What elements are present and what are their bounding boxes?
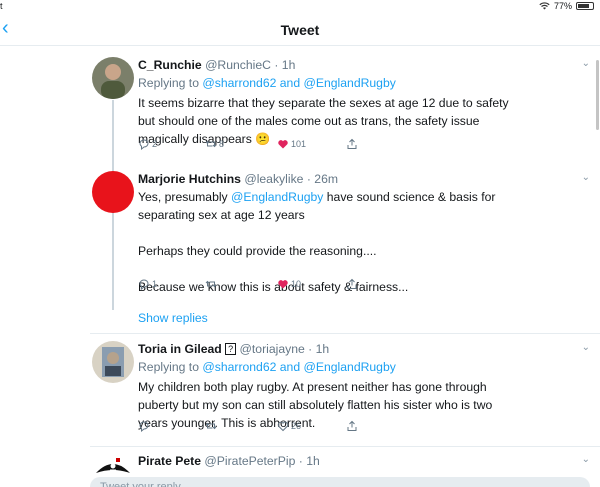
like-button[interactable]: 101 bbox=[277, 138, 306, 150]
scrollbar[interactable] bbox=[596, 60, 599, 130]
handle[interactable]: @leakylike bbox=[244, 172, 303, 186]
battery-percent: 77% bbox=[553, 1, 572, 11]
reply-icon bbox=[139, 421, 149, 432]
name-badge: ? bbox=[225, 343, 237, 355]
replying-to: Replying to @sharrond62 and @EnglandRugb… bbox=[138, 76, 396, 90]
share-button[interactable] bbox=[346, 138, 358, 150]
retweet-icon bbox=[205, 422, 217, 430]
chevron-down-icon[interactable]: ⌄ bbox=[582, 342, 590, 353]
display-name[interactable]: Toria in Gilead bbox=[138, 342, 222, 356]
avatar[interactable] bbox=[92, 171, 134, 213]
like-button[interactable]: 26 bbox=[277, 420, 301, 432]
tweet-c-runchie[interactable]: C_Runchie @RunchieC · 1h Replying to @sh… bbox=[90, 56, 600, 162]
avatar[interactable] bbox=[92, 341, 134, 383]
tweet-header: Marjorie Hutchins @leakylike · 26m bbox=[138, 170, 586, 188]
display-name[interactable]: Marjorie Hutchins bbox=[138, 172, 241, 186]
share-button[interactable] bbox=[346, 420, 358, 432]
reply-button[interactable]: 2 bbox=[138, 138, 157, 150]
timestamp[interactable]: · 1h bbox=[308, 342, 329, 356]
tweet-marjorie-hutchins[interactable]: Marjorie Hutchins @leakylike · 26m Yes, … bbox=[90, 170, 600, 300]
show-replies-link[interactable]: Show replies bbox=[138, 311, 208, 325]
handle[interactable]: @toriajayne bbox=[240, 342, 305, 356]
battery-icon bbox=[576, 2, 594, 10]
handle[interactable]: @RunchieC bbox=[205, 58, 271, 72]
wifi-icon bbox=[539, 2, 550, 10]
reply-button[interactable] bbox=[138, 420, 152, 432]
status-bar: t 77% bbox=[0, 0, 600, 14]
tweet-header: Toria in Gilead ? @toriajayne · 1h bbox=[138, 340, 586, 358]
chevron-down-icon[interactable]: ⌄ bbox=[582, 172, 590, 183]
avatar[interactable] bbox=[92, 57, 134, 99]
share-icon bbox=[347, 278, 357, 289]
reply-button[interactable]: 1 bbox=[138, 278, 157, 290]
share-icon bbox=[347, 138, 357, 149]
heart-outline-icon bbox=[277, 421, 289, 432]
chevron-down-icon[interactable]: ⌄ bbox=[582, 454, 590, 465]
timestamp[interactable]: · 1h bbox=[299, 454, 320, 468]
retweet-button[interactable] bbox=[205, 420, 219, 432]
like-button[interactable]: 10 bbox=[277, 278, 301, 290]
tweet-header: C_Runchie @RunchieC · 1h bbox=[138, 56, 586, 74]
tweet-toria-in-gilead[interactable]: Toria in Gilead ? @toriajayne · 1h Reply… bbox=[90, 340, 600, 442]
timestamp[interactable]: · 1h bbox=[274, 58, 295, 72]
avatar-photo-icon bbox=[92, 341, 134, 383]
mention-link[interactable]: @EnglandRugby bbox=[304, 360, 396, 374]
mention-link[interactable]: @EnglandRugby bbox=[304, 76, 396, 90]
replying-to: Replying to @sharrond62 and @EnglandRugb… bbox=[138, 360, 396, 374]
share-icon bbox=[347, 420, 357, 431]
carrier-label: t bbox=[0, 1, 3, 11]
retweet-button[interactable] bbox=[205, 278, 219, 290]
divider bbox=[90, 446, 600, 447]
retweet-icon bbox=[205, 280, 217, 288]
display-name[interactable]: Pirate Pete bbox=[138, 454, 201, 468]
chevron-down-icon[interactable]: ⌄ bbox=[582, 58, 590, 69]
retweet-icon bbox=[205, 140, 217, 148]
mention-link[interactable]: @sharrond62 bbox=[202, 360, 276, 374]
mention-link[interactable]: @sharrond62 bbox=[202, 76, 276, 90]
mention-link[interactable]: @EnglandRugby bbox=[231, 190, 323, 204]
status-right: 77% bbox=[539, 1, 594, 11]
share-button[interactable] bbox=[346, 278, 358, 290]
retweet-button[interactable]: 8 bbox=[205, 138, 224, 150]
nav-bar: ‹ Tweet bbox=[0, 14, 600, 46]
avatar-photo-icon bbox=[92, 57, 134, 99]
heart-filled-icon bbox=[278, 140, 288, 149]
heart-filled-icon bbox=[278, 280, 288, 289]
handle[interactable]: @PiratePeterPip bbox=[204, 454, 295, 468]
tweet-header: Pirate Pete @PiratePeterPip · 1h bbox=[138, 452, 586, 470]
page-title: Tweet bbox=[280, 22, 320, 38]
reply-icon bbox=[139, 279, 149, 290]
divider bbox=[90, 333, 600, 334]
reply-icon bbox=[139, 139, 149, 150]
reply-compose-input[interactable]: Tweet your reply bbox=[90, 477, 590, 487]
display-name[interactable]: C_Runchie bbox=[138, 58, 202, 72]
timestamp[interactable]: · 26m bbox=[307, 172, 338, 186]
